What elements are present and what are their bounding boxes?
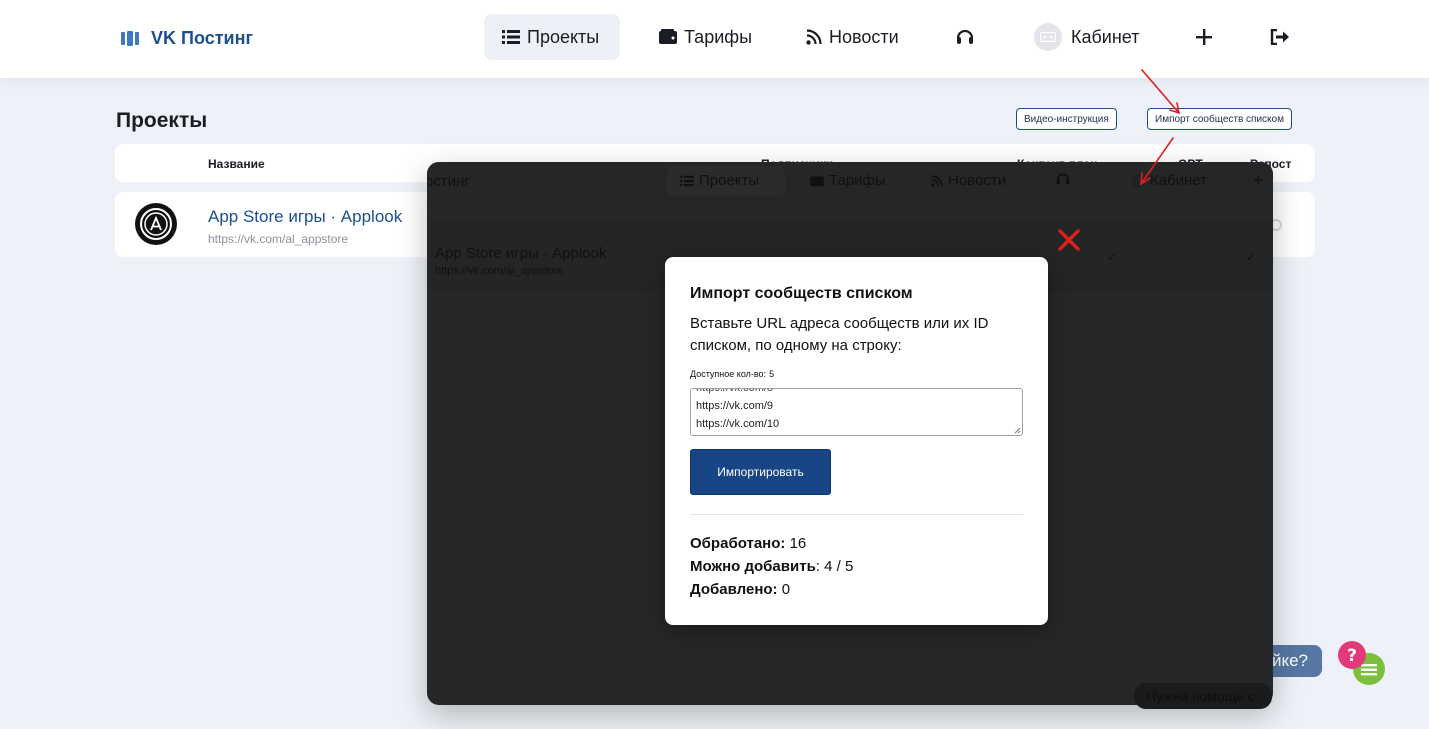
nav-cabinet-label: Кабинет bbox=[1071, 26, 1140, 47]
nav-tariffs[interactable]: Тарифы bbox=[641, 14, 770, 60]
svg-text:?: ? bbox=[1347, 646, 1357, 666]
ghost-cabinet-label: Кабинет bbox=[1150, 172, 1208, 189]
ghost-nav-tariffs: Тарифы bbox=[810, 172, 886, 189]
ghost-headset-icon bbox=[1055, 172, 1071, 186]
ghost-row-name: App Store игры · Applook bbox=[435, 245, 607, 262]
resize-handle-icon[interactable] bbox=[1014, 427, 1021, 434]
nav-news[interactable]: Новости bbox=[788, 14, 917, 60]
nav-projects-label: Проекты bbox=[527, 26, 600, 47]
nav-cabinet[interactable]: Кабинет bbox=[1016, 14, 1157, 60]
import-button[interactable]: Импортировать bbox=[690, 449, 831, 495]
can-add-label: Можно добавить bbox=[690, 558, 816, 575]
rss-icon bbox=[806, 29, 822, 45]
logo[interactable]: VK Постинг bbox=[121, 28, 253, 49]
ghost-check-icon: ✓ bbox=[1246, 250, 1257, 264]
textarea-line: https://vk.com/10 bbox=[696, 418, 780, 430]
ghost-logo: остинг bbox=[427, 173, 470, 190]
plus-icon bbox=[1196, 29, 1212, 45]
headset-icon bbox=[955, 28, 975, 46]
add-button[interactable] bbox=[1178, 14, 1230, 60]
processed-value: 16 bbox=[789, 535, 807, 552]
nav-tariffs-label: Тарифы bbox=[684, 26, 753, 47]
nav-support[interactable] bbox=[937, 14, 993, 60]
modal-title: Импорт сообществ списком bbox=[690, 285, 913, 302]
appstore-avatar-icon bbox=[135, 203, 177, 245]
project-url[interactable]: https://vk.com/al_appstore bbox=[208, 232, 348, 246]
ghost-tariffs-label: Тарифы bbox=[829, 172, 886, 189]
ghost-nav-cabinet: Кабинет bbox=[1131, 172, 1207, 189]
processed-label: Обработано: bbox=[690, 535, 786, 552]
list-icon bbox=[502, 29, 520, 45]
logo-text: VK Постинг bbox=[151, 28, 253, 48]
ghost-nav-projects: Проекты bbox=[680, 172, 759, 189]
added-label: Добавлено: bbox=[690, 581, 778, 598]
help-chat-icon[interactable]: ? bbox=[1336, 637, 1388, 689]
ghost-plus-icon: + bbox=[1253, 170, 1264, 190]
import-modal: Импорт сообществ списком Вставьте URL ад… bbox=[665, 257, 1048, 625]
close-icon[interactable] bbox=[1057, 228, 1081, 252]
import-list-button[interactable]: Импорт сообществ списком bbox=[1147, 108, 1292, 130]
can-add-value: : 4 / 5 bbox=[815, 558, 854, 575]
help-dark-pill: Нужна помощь с bbox=[1134, 683, 1272, 709]
wallet-icon bbox=[659, 29, 677, 45]
help-bubble-text: йке? bbox=[1271, 651, 1308, 670]
available-count: Доступное кол-во: 5 bbox=[690, 369, 774, 379]
logout-button[interactable] bbox=[1252, 14, 1308, 60]
ghost-nav-news: Новости bbox=[931, 172, 1006, 189]
top-navigation-bar: VK Постинг Проекты Тарифы Новости Кабине… bbox=[0, 0, 1429, 78]
communities-textarea[interactable]: https://vk.com/8 https://vk.com/9 https:… bbox=[690, 388, 1023, 436]
divider bbox=[690, 514, 1023, 515]
available-label: Доступное кол-во: bbox=[690, 369, 767, 379]
nav-news-label: Новости bbox=[829, 26, 899, 47]
available-value: 5 bbox=[769, 369, 775, 379]
textarea-line: https://vk.com/9 bbox=[696, 400, 774, 412]
modal-description: Вставьте URL адреса сообществ или их ID … bbox=[690, 315, 989, 354]
ghost-news-label: Новости bbox=[948, 172, 1007, 189]
page-title: Проекты bbox=[116, 109, 208, 132]
help-dark-text: Нужна помощь с bbox=[1146, 688, 1255, 704]
user-avatar-icon bbox=[1034, 23, 1062, 51]
can-add-stat: Можно добавить: 4 / 5 bbox=[690, 558, 853, 575]
video-instruction-button[interactable]: Видео-инструкция bbox=[1016, 108, 1117, 130]
textarea-line: https://vk.com/8 bbox=[696, 388, 774, 394]
column-name: Название bbox=[208, 157, 265, 171]
added-stat: Добавлено: 0 bbox=[690, 581, 790, 598]
ghost-row-link: https://vk.com/al_appstore bbox=[435, 265, 564, 277]
logo-icon bbox=[121, 31, 139, 46]
logout-icon bbox=[1270, 29, 1290, 45]
ghost-projects-label: Проекты bbox=[699, 172, 760, 189]
project-name-link[interactable]: App Store игры · Applook bbox=[208, 207, 402, 227]
nav-projects[interactable]: Проекты bbox=[484, 14, 620, 60]
processed-stat: Обработано: 16 bbox=[690, 535, 806, 552]
ghost-check-icon: ✓ bbox=[1107, 250, 1118, 264]
added-value: 0 bbox=[781, 581, 791, 598]
